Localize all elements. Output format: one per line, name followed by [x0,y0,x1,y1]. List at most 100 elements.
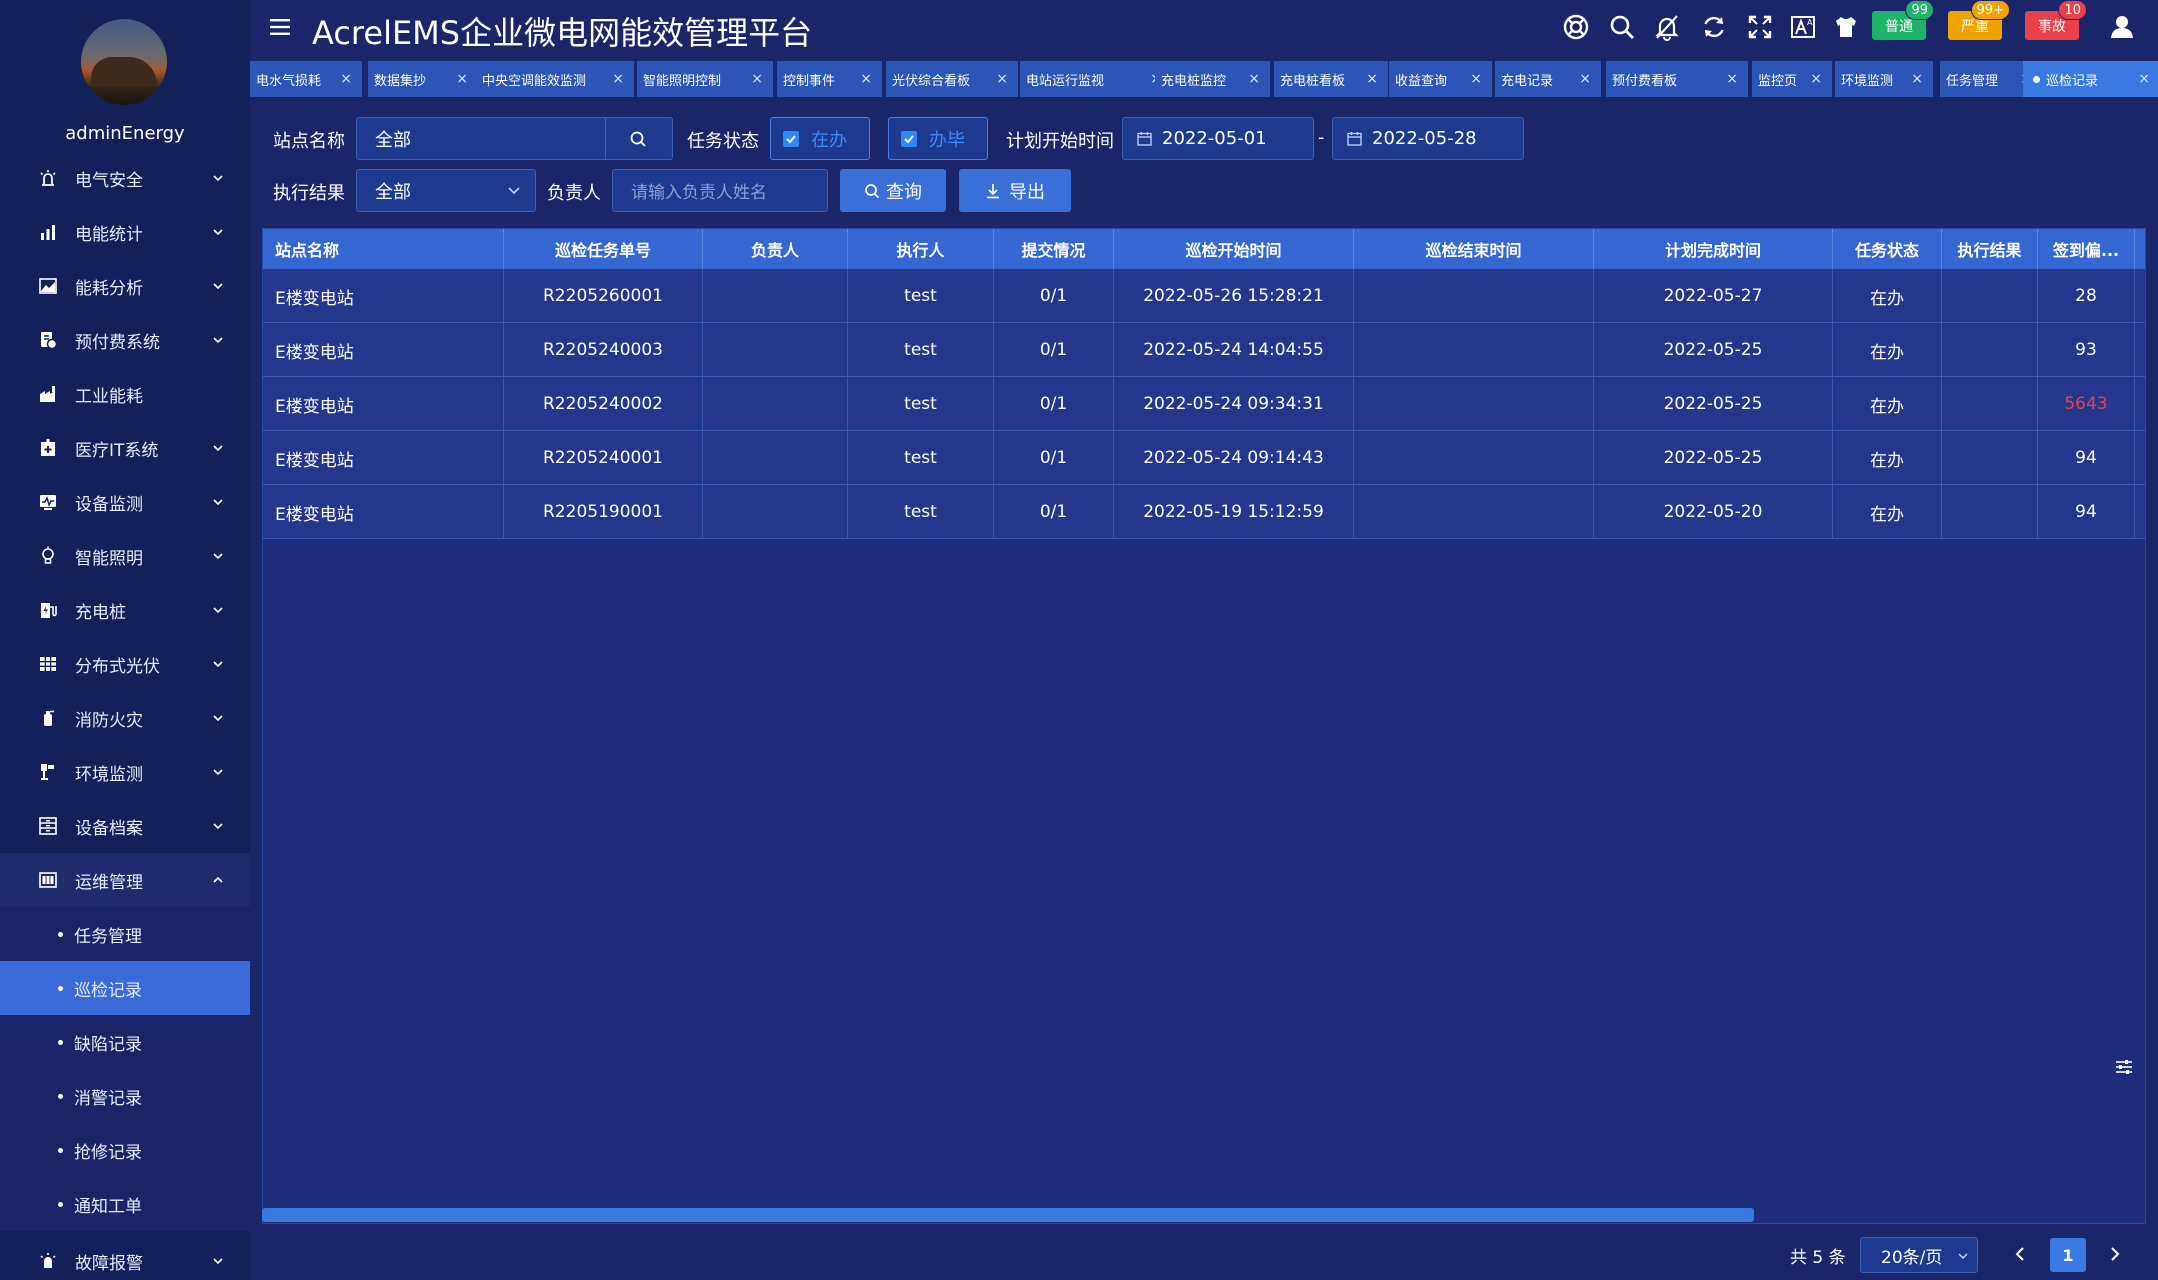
sidebar-menu-item-1[interactable]: 电能统计 [0,205,250,259]
search-icon[interactable] [1608,13,1636,41]
sidebar-menu-item-12[interactable]: 设备档案 [0,799,250,853]
tab-item-10[interactable]: 充电记录× [1495,61,1601,97]
column-header[interactable]: 计划完成时间 [1594,229,1833,269]
column-header[interactable]: 巡检开始时间 [1114,229,1354,269]
close-icon[interactable]: × [1470,71,1482,87]
sidebar-submenu-item-3[interactable]: 消警记录 [0,1069,250,1123]
close-icon[interactable]: × [996,71,1008,87]
column-header[interactable]: 任务状态 [1833,229,1942,269]
chevron-down-icon[interactable] [211,1254,225,1268]
sidebar-menu-item-3[interactable]: 预付费系统 [0,313,250,367]
tab-item-3[interactable]: 智能照明控制× [637,61,773,97]
theme-skin-icon[interactable] [1832,13,1860,41]
close-icon[interactable]: × [1579,71,1591,87]
column-header[interactable]: 站点名称 [263,229,504,269]
close-icon[interactable]: × [860,71,872,87]
result-select[interactable]: 全部 [356,169,536,212]
column-header[interactable]: 执行结果 [1942,229,2038,269]
chevron-down-icon[interactable] [211,765,225,779]
table-row[interactable]: E楼变电站R2205240002test0/12022-05-24 09:34:… [263,377,2146,431]
tab-item-1[interactable]: 数据集抄× [368,61,478,97]
close-icon[interactable]: × [456,71,468,87]
user-profile-icon[interactable] [2108,13,2136,41]
close-icon[interactable]: × [612,71,624,87]
alarm-level-button[interactable]: 事故10 [2025,11,2079,40]
tab-item-7[interactable]: 充电桩监控× [1155,61,1270,97]
query-button[interactable]: 查询 [840,169,946,212]
status-checkbox-in-progress[interactable]: 在办 [770,117,870,160]
alarm-level-button[interactable]: 普通99 [1872,11,1926,40]
chevron-down-icon[interactable] [211,657,225,671]
refresh-icon[interactable] [1700,13,1728,41]
sidebar-menu-item-9[interactable]: 分布式光伏 [0,637,250,691]
tab-item-13[interactable]: 环境监测× [1835,61,1933,97]
tab-item-11[interactable]: 预付费看板× [1606,61,1748,97]
tab-item-5[interactable]: 光伏综合看板× [886,61,1018,97]
export-button[interactable]: 导出 [959,169,1071,212]
sidebar-submenu-item-4[interactable]: 抢修记录 [0,1123,250,1177]
chevron-down-icon[interactable] [211,495,225,509]
sidebar-submenu-item-1[interactable]: 巡检记录 [0,961,250,1015]
sidebar-menu-item-2[interactable]: 能耗分析 [0,259,250,313]
table-row[interactable]: E楼变电站R2205240003test0/12022-05-24 14:04:… [263,323,2146,377]
close-icon[interactable]: × [1911,71,1923,87]
date-from-input[interactable]: 2022-05-01 [1122,117,1314,160]
column-header[interactable]: 提交情况 [994,229,1114,269]
fullscreen-icon[interactable] [1746,13,1774,41]
chevron-down-icon[interactable] [211,603,225,617]
tab-item-6[interactable]: 电站运行监视× [1020,61,1172,97]
column-header[interactable]: 负责人 [703,229,848,269]
sidebar-menu-item-8[interactable]: 充电桩 [0,583,250,637]
date-to-input[interactable]: 2022-05-28 [1332,117,1524,160]
chevron-down-icon[interactable] [211,711,225,725]
close-icon[interactable]: × [2138,71,2150,87]
chevron-up-icon[interactable] [211,873,225,887]
chevron-down-icon[interactable] [211,171,225,185]
sidebar-menu-item-7[interactable]: 智能照明 [0,529,250,583]
chevron-down-icon[interactable] [211,549,225,563]
sidebar-menu-item-4[interactable]: 工业能耗 [0,367,250,421]
column-header[interactable]: 执行人 [848,229,994,269]
help-lifebuoy-icon[interactable] [1562,13,1590,41]
column-settings-icon[interactable] [2114,1057,2134,1077]
close-icon[interactable]: × [751,71,763,87]
page-1-button[interactable]: 1 [2050,1238,2086,1272]
status-checkbox-done[interactable]: 办毕 [888,117,988,160]
sidebar-menu-item-0[interactable]: 电气安全 [0,151,250,205]
table-row[interactable]: E楼变电站R2205190001test0/12022-05-19 15:12:… [263,485,2146,539]
sidebar-menu-fault-alarm[interactable]: 故障报警 [0,1234,250,1280]
column-header[interactable]: 巡检任务单号 [504,229,703,269]
table-row[interactable]: E楼变电站R2205260001test0/12022-05-26 15:28:… [263,269,2146,323]
prev-page-icon[interactable] [2013,1244,2027,1264]
column-header[interactable]: 巡检项数 [2135,229,2146,269]
page-size-select[interactable]: 20条/页 [1860,1237,1978,1273]
sidebar-menu-item-6[interactable]: 设备监测 [0,475,250,529]
close-icon[interactable]: × [340,71,352,87]
chevron-down-icon[interactable] [211,225,225,239]
horizontal-scrollbar[interactable] [262,1208,1754,1222]
tab-item-0[interactable]: 电水气损耗× [250,61,362,97]
hamburger-menu-icon[interactable] [270,17,292,37]
tab-item-9[interactable]: 收益查询× [1389,61,1492,97]
close-icon[interactable]: × [1810,71,1822,87]
close-icon[interactable]: × [1248,71,1260,87]
station-select[interactable]: 全部 [356,117,673,160]
chevron-down-icon[interactable] [211,279,225,293]
sidebar-submenu-item-5[interactable]: 通知工单 [0,1177,250,1231]
sidebar-menu-item-13[interactable]: 运维管理 [0,853,250,907]
chevron-down-icon[interactable] [211,333,225,347]
chevron-down-icon[interactable] [211,441,225,455]
tab-item-15[interactable]: 巡检记录× [2023,61,2158,97]
owner-input[interactable]: 请输入负责人姓名 [612,169,828,212]
bell-mute-icon[interactable] [1653,13,1681,41]
close-icon[interactable]: × [1726,71,1738,87]
column-header[interactable]: 签到偏... [2038,229,2135,269]
alarm-level-button[interactable]: 严重99+ [1948,11,2002,40]
sidebar-menu-item-11[interactable]: 环境监测 [0,745,250,799]
tab-item-4[interactable]: 控制事件× [777,61,882,97]
sidebar-submenu-item-2[interactable]: 缺陷记录 [0,1015,250,1069]
close-icon[interactable]: × [1366,71,1378,87]
tab-item-12[interactable]: 监控页× [1752,61,1832,97]
search-icon[interactable] [629,130,647,148]
tab-item-2[interactable]: 中央空调能效监测× [476,61,634,97]
